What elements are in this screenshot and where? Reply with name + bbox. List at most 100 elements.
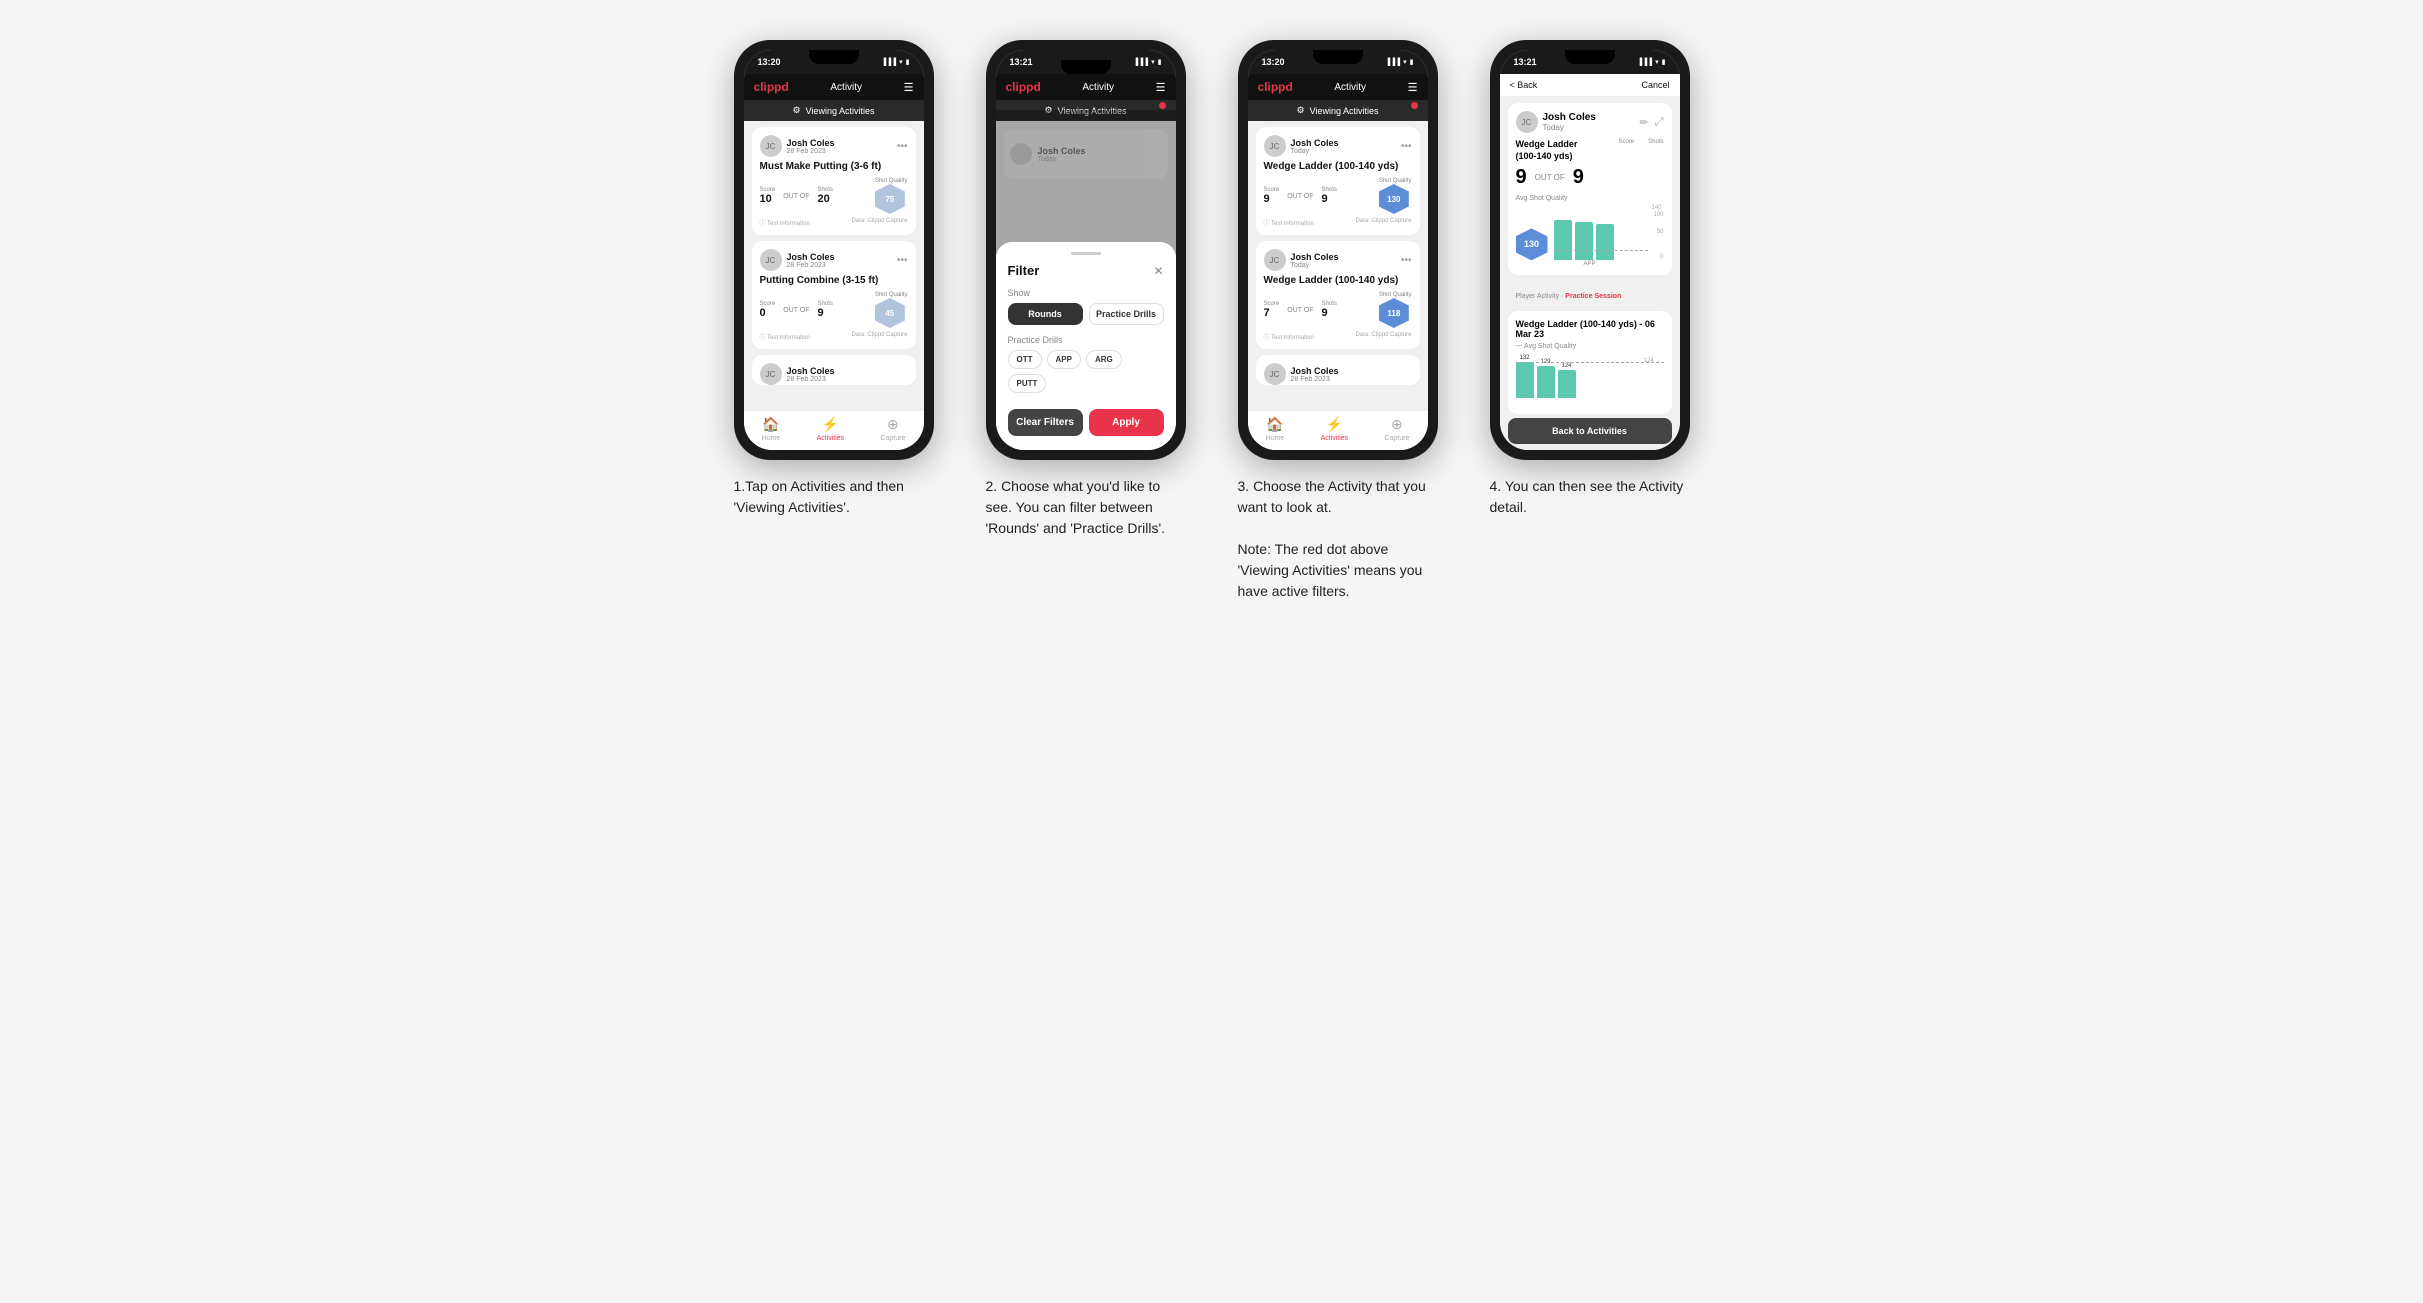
shots-value-3-1: 9: [1322, 193, 1337, 205]
chip-app[interactable]: APP: [1047, 350, 1081, 369]
wifi-icon-1: ▾: [899, 58, 903, 66]
activity-title-3-2: Wedge Ladder (100-140 yds): [1264, 275, 1412, 286]
red-dot-3: [1411, 102, 1418, 109]
card-date-3-3: 28 Feb 2023: [1291, 376, 1339, 383]
quality-badge-1-1: 75: [875, 184, 905, 214]
phone-4: 13:21 ▐▐▐ ▾ ▮ < Back Cancel: [1490, 40, 1690, 460]
battery-icon-4: ▮: [1662, 58, 1666, 66]
activity-card-1-3[interactable]: JC Josh Coles 28 Feb 2023: [752, 355, 916, 385]
activity-card-1-2[interactable]: JC Josh Coles 28 Feb 2023 ••• Putting Co…: [752, 241, 916, 349]
nav-home-3[interactable]: 🏠 Home: [1266, 416, 1285, 442]
menu-icon-3[interactable]: ☰: [1408, 81, 1418, 94]
secondary-card: Wedge Ladder (100-140 yds) - 06 Mar 23 -…: [1508, 311, 1672, 414]
practice-session-bar: Player Activity · Practice Session: [1508, 281, 1672, 307]
viewing-bar-text-3: Viewing Activities: [1310, 106, 1379, 116]
phone-2: 13:21 ▐▐▐ ▾ ▮ clippd Activity ☰ ⚙: [986, 40, 1186, 460]
quality-badge-3-2: 118: [1379, 298, 1409, 328]
bar-1: [1516, 362, 1534, 398]
edit-icon[interactable]: ✏: [1639, 116, 1648, 129]
signal-icon-2: ▐▐▐: [1133, 59, 1148, 66]
viewing-bar-3[interactable]: ⚙ Viewing Activities: [1248, 100, 1428, 121]
show-label: Show: [1008, 288, 1164, 298]
menu-icon-1[interactable]: ☰: [904, 81, 914, 94]
card-footer-info-1-1: ⓘ Test Information: [760, 218, 810, 227]
bottom-nav-1: 🏠 Home ⚡ Activities ⊕ Capture: [744, 410, 924, 450]
filter-overlay: Filter ✕ Show Rounds Practice Drills Pra…: [996, 110, 1176, 450]
cancel-btn[interactable]: Cancel: [1641, 80, 1669, 90]
status-time-2: 13:21: [1010, 57, 1033, 67]
chip-ott[interactable]: OTT: [1008, 350, 1042, 369]
bottom-nav-3: 🏠 Home ⚡ Activities ⊕ Capture: [1248, 410, 1428, 450]
activity-card-1-1[interactable]: JC Josh Coles 28 Feb 2023 ••• Must Make …: [752, 127, 916, 235]
chip-arg[interactable]: ARG: [1086, 350, 1122, 369]
close-btn[interactable]: ✕: [1153, 264, 1163, 278]
rounds-toggle[interactable]: Rounds: [1008, 303, 1083, 325]
secondary-right-label: 124 →: [1644, 358, 1662, 364]
app-header-3: clippd Activity ☰: [1248, 74, 1428, 100]
quality-badge-3-1: 130: [1379, 184, 1409, 214]
avg-label: Avg Shot Quality: [1516, 195, 1664, 202]
app-label: APP: [1516, 261, 1664, 267]
score-value-3-1: 9: [1264, 193, 1280, 205]
secondary-title: Wedge Ladder (100-140 yds) - 06 Mar 23: [1516, 319, 1664, 339]
notch-3: [1313, 50, 1363, 64]
detail-shots-label: Shots: [1648, 139, 1663, 145]
menu-icon-2[interactable]: ☰: [1156, 81, 1166, 94]
chip-putt[interactable]: PUTT: [1008, 374, 1047, 393]
drill-title: Wedge Ladder(100-140 yds): [1516, 139, 1619, 162]
card-footer-data-3-1: Data: Clippd Capture: [1355, 218, 1411, 227]
card-date-1-2: 28 Feb 2023: [787, 262, 835, 269]
avatar-3-2: JC: [1264, 249, 1286, 271]
status-bar-1: 13:20 ▐▐▐ ▾ ▮: [744, 50, 924, 74]
nav-capture-3[interactable]: ⊕ Capture: [1384, 416, 1409, 442]
scroll-content-3: JC Josh Coles Today ••• Wedge Ladder (10…: [1248, 121, 1428, 410]
nav-activities-3[interactable]: ⚡ Activities: [1321, 416, 1349, 442]
avatar-3-1: JC: [1264, 135, 1286, 157]
nav-activities-1[interactable]: ⚡ Activities: [817, 416, 845, 442]
chart-bar-2: [1575, 222, 1593, 260]
dots-menu-3-1[interactable]: •••: [1401, 141, 1412, 152]
activity-card-3-2[interactable]: JC Josh Coles Today ••• Wedge Ladder (10…: [1256, 241, 1420, 349]
dots-menu-1-2[interactable]: •••: [897, 255, 908, 266]
filter-sheet: Filter ✕ Show Rounds Practice Drills Pra…: [996, 242, 1176, 450]
score-value-3-2: 7: [1264, 307, 1280, 319]
viewing-bar-1[interactable]: ⚙ Viewing Activities: [744, 100, 924, 121]
avatar-3-3: JC: [1264, 363, 1286, 385]
practice-drills-label: Practice Drills: [1008, 335, 1164, 345]
nav-home-1[interactable]: 🏠 Home: [762, 416, 781, 442]
apply-btn[interactable]: Apply: [1089, 409, 1164, 436]
dots-menu-1-1[interactable]: •••: [897, 141, 908, 152]
practice-toggle[interactable]: Practice Drills: [1089, 303, 1164, 325]
back-btn[interactable]: < Back: [1510, 80, 1538, 90]
nav-capture-1[interactable]: ⊕ Capture: [880, 416, 905, 442]
back-to-activities-btn[interactable]: Back to Activities: [1508, 418, 1672, 444]
detail-outof: OUT OF: [1535, 173, 1565, 182]
status-bar-2: 13:21 ▐▐▐ ▾ ▮: [996, 50, 1176, 74]
phone-column-4: 13:21 ▐▐▐ ▾ ▮ < Back Cancel: [1480, 40, 1700, 518]
red-dot-2: [1159, 102, 1166, 109]
filter-icon-1: ⚙: [793, 105, 801, 116]
status-bar-4: 13:21 ▐▐▐ ▾ ▮: [1500, 50, 1680, 74]
card-footer-data-1-1: Data: Clippd Capture: [851, 218, 907, 227]
bar-3: [1558, 370, 1576, 398]
phone-3: 13:20 ▐▐▐ ▾ ▮ clippd Activity ☰ ⚙: [1238, 40, 1438, 460]
ps-link[interactable]: Practice Session: [1565, 293, 1621, 300]
score-value-1-1: 10: [760, 193, 776, 205]
status-time-4: 13:21: [1514, 57, 1537, 67]
clear-filters-btn[interactable]: Clear Filters: [1008, 409, 1083, 436]
header-title-1: Activity: [830, 82, 862, 93]
card-footer-info-3-1: ⓘ Test Information: [1264, 218, 1314, 227]
activity-card-3-3[interactable]: JC Josh Coles 28 Feb 2023: [1256, 355, 1420, 385]
logo-3: clippd: [1258, 80, 1293, 94]
activity-card-3-1[interactable]: JC Josh Coles Today ••• Wedge Ladder (10…: [1256, 127, 1420, 235]
wifi-icon-4: ▾: [1655, 58, 1659, 66]
dots-menu-3-2[interactable]: •••: [1401, 255, 1412, 266]
chart-hex: 130: [1516, 228, 1548, 260]
card-footer-info-3-2: ⓘ Test Information: [1264, 332, 1314, 341]
expand-icon[interactable]: ⤢: [1655, 116, 1664, 129]
filter-title: Filter: [1008, 263, 1040, 278]
card-name-3-1: Josh Coles: [1291, 138, 1339, 148]
bar-val-3: 124: [1561, 363, 1571, 369]
battery-icon-3: ▮: [1410, 58, 1414, 66]
wifi-icon-2: ▾: [1151, 58, 1155, 66]
